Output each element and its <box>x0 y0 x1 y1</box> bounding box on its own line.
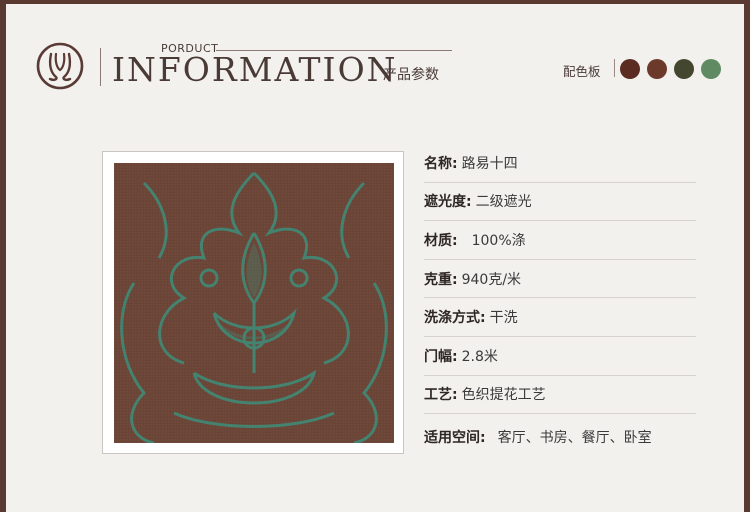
spec-value: 路易十四 <box>461 155 518 172</box>
spec-value: 二级遮光 <box>475 194 532 211</box>
palette-label: 配色板 <box>563 64 601 79</box>
spec-row: 名称: 路易十四 <box>424 144 696 183</box>
spec-label: 克重: <box>424 271 458 288</box>
spec-value: 干洗 <box>489 310 518 327</box>
header-divider <box>100 48 101 86</box>
product-image-frame <box>102 151 404 454</box>
spec-label: 适用空间: <box>424 430 486 447</box>
spec-label: 洗涤方式: <box>424 310 486 327</box>
spec-label: 遮光度: <box>424 194 472 211</box>
palette-swatch[interactable] <box>647 59 667 79</box>
spec-row: 材质: 100%涤 <box>424 221 696 260</box>
spec-label: 材质: <box>424 232 458 249</box>
spec-row: 门幅: 2.8米 <box>424 337 696 376</box>
palette-divider <box>614 59 615 77</box>
page-title: INFORMATION <box>112 50 398 89</box>
spec-row: 洗涤方式: 干洗 <box>424 298 696 337</box>
palette-swatch[interactable] <box>674 59 694 79</box>
brand-logo-icon <box>36 42 84 90</box>
palette-swatch[interactable] <box>620 59 640 79</box>
spec-row: 克重: 940克/米 <box>424 260 696 299</box>
spec-value: 色织提花工艺 <box>461 387 546 404</box>
spec-value: 100%涤 <box>471 232 526 249</box>
spec-value: 2.8米 <box>461 348 498 365</box>
page-subtitle: 产品参数 <box>383 67 439 83</box>
spec-value: 客厅、书房、餐厅、卧室 <box>497 430 652 447</box>
spec-row: 适用空间: 客厅、书房、餐厅、卧室 <box>424 414 696 460</box>
spec-label: 门幅: <box>424 348 458 365</box>
spec-value: 940克/米 <box>461 271 522 288</box>
info-panel: PORDUCT INFORMATION 产品参数 配色板 名称: 路易十四 遮光… <box>6 4 744 512</box>
damask-fabric-image <box>114 163 394 443</box>
spec-row: 遮光度: 二级遮光 <box>424 183 696 222</box>
spec-list: 名称: 路易十四 遮光度: 二级遮光 材质: 100%涤 克重: 940克/米 洗涤方式: 干洗门… <box>424 144 696 460</box>
spec-label: 工艺: <box>424 387 458 404</box>
spec-label: 名称: <box>424 155 458 172</box>
spec-row: 工艺: 色织提花工艺 <box>424 376 696 415</box>
palette-swatch[interactable] <box>701 59 721 79</box>
